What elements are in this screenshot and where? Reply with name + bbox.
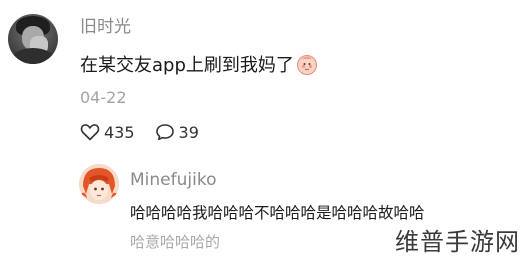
post-date: 04-22	[80, 88, 127, 107]
post-text: 在某交友app上刷到我妈了	[80, 55, 294, 76]
reply-author-avatar[interactable]	[79, 164, 119, 204]
like-button[interactable]: 435	[80, 123, 135, 142]
avatar-body	[12, 48, 54, 64]
heart-icon	[80, 124, 100, 141]
site-watermark: 维普手游网	[391, 222, 524, 257]
reply-author-name[interactable]: Minefujiko	[130, 170, 216, 190]
comment-count: 39	[178, 122, 199, 142]
post-author-avatar[interactable]	[8, 14, 58, 64]
reply-text-continued: 哈意哈哈哈的	[130, 233, 221, 251]
baby-face-emoji-icon	[296, 53, 318, 75]
like-count: 435	[104, 122, 135, 142]
reply-text: 哈哈哈哈我哈哈哈不哈哈哈是哈哈哈故哈哈	[130, 204, 425, 222]
post-actions: 435 39	[80, 121, 219, 143]
comment-bubble-icon	[155, 124, 174, 141]
post-author-name[interactable]: 旧时光	[80, 12, 131, 37]
post-content: 在某交友app上刷到我妈了	[80, 51, 318, 77]
comment-button[interactable]: 39	[155, 123, 199, 142]
